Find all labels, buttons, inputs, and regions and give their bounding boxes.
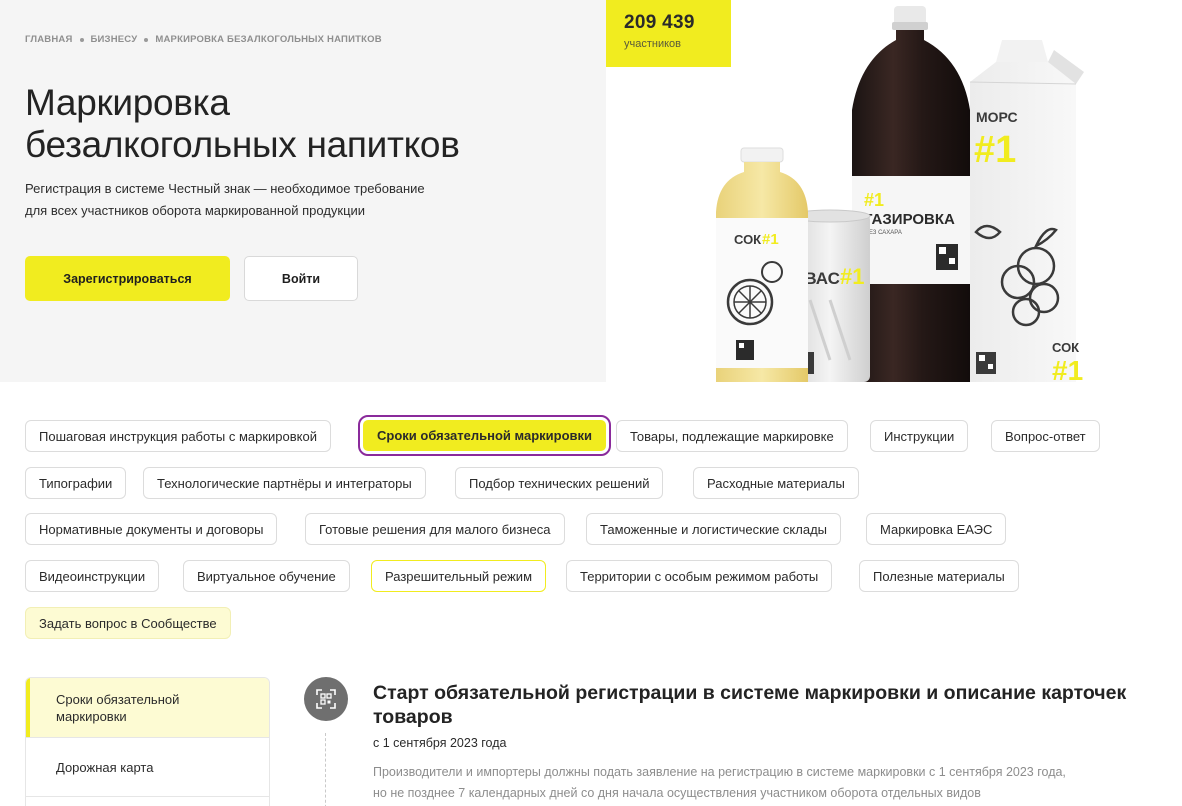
news-text: Производители и импортеры должны подать … <box>373 762 1153 804</box>
tag-printing-houses[interactable]: Типографии <box>25 467 127 499</box>
sidebar-item-marking-deadlines[interactable]: Сроки обязательной маркировки <box>26 678 269 738</box>
juice-bottle: СОК #1 <box>716 147 808 382</box>
mors-pack: МОРС #1 СОК #1 <box>969 40 1084 382</box>
tag-special-territories[interactable]: Территории с особым режимом работы <box>566 560 833 592</box>
hero-description: Регистрация в системе Честный знак — нео… <box>25 178 485 222</box>
tag-tech-partners[interactable]: Технологические партнёры и интеграторы <box>143 467 426 499</box>
tag-video-instructions[interactable]: Видеоинструкции <box>25 560 160 592</box>
tag-eaeu-marking[interactable]: Маркировка ЕАЭС <box>866 513 1007 545</box>
tag-tech-solutions[interactable]: Подбор технических решений <box>455 467 664 499</box>
breadcrumb-business[interactable]: БИЗНЕСУ <box>91 34 138 45</box>
juice-pack-label: СОК <box>1052 340 1079 355</box>
tag-small-business-solutions[interactable]: Готовые решения для малого бизнеса <box>305 513 565 545</box>
page-title-line2: безалкогольных напитков <box>25 124 460 165</box>
tag-permissive-regime[interactable]: Разрешительный режим <box>371 560 547 592</box>
page-title-line1: Маркировка <box>25 82 230 123</box>
breadcrumb-separator <box>79 37 84 42</box>
sidebar-item-label-line1: Сроки обязательной <box>56 691 180 707</box>
juice-small-number: #1 <box>762 231 779 248</box>
sidebar-nav: Сроки обязательной маркировки Дорожная к… <box>25 677 270 806</box>
tag-customs-warehouses[interactable]: Таможенные и логистические склады <box>586 513 842 545</box>
mors-number: #1 <box>974 129 1016 171</box>
kvas-number: #1 <box>840 264 864 289</box>
breadcrumb-home[interactable]: ГЛАВНАЯ <box>25 34 73 45</box>
soda-number: #1 <box>864 190 884 210</box>
sidebar-item-label-line2: маркировки <box>56 708 127 724</box>
tag-regulatory-documents[interactable]: Нормативные документы и договоры <box>25 513 278 545</box>
products-illustration: МОРС #1 СОК #1 #1 ГАЗИРОВКА БЕЗ САХАРА К… <box>716 6 1084 382</box>
news-text-line2: но не позднее 7 календарных дней со дня … <box>373 786 981 800</box>
soda-sublabel: БЕЗ САХАРА <box>865 230 902 236</box>
tag-step-by-step-guide[interactable]: Пошаговая инструкция работы с маркировко… <box>25 420 331 452</box>
hero-text-panel: ГЛАВНАЯ БИЗНЕСУ МАРКИРОВКА БЕЗАЛКОГОЛЬНЫ… <box>0 0 606 382</box>
tag-ask-community[interactable]: Задать вопрос в Сообществе <box>25 607 231 639</box>
hero-description-line1: Регистрация в системе Честный знак — нео… <box>25 181 425 196</box>
sidebar-item-roadmap[interactable]: Дорожная карта <box>26 738 269 797</box>
breadcrumb-current: МАРКИРОВКА БЕЗАЛКОГОЛЬНЫХ НАПИТКОВ <box>155 34 382 45</box>
juice-pack-number: #1 <box>1052 355 1083 382</box>
tag-consumables[interactable]: Расходные материалы <box>693 467 859 499</box>
hero-description-line2: для всех участников оборота маркированно… <box>25 203 366 218</box>
breadcrumb: ГЛАВНАЯ БИЗНЕСУ МАРКИРОВКА БЕЗАЛКОГОЛЬНЫ… <box>25 34 382 45</box>
sidebar-item-label: Дорожная карта <box>56 759 154 775</box>
tag-useful-materials[interactable]: Полезные материалы <box>859 560 1019 592</box>
tag-goods-subject-to-marking[interactable]: Товары, подлежащие маркировке <box>616 420 848 452</box>
news-text-line1: Производители и импортеры должны подать … <box>373 765 1066 779</box>
login-button[interactable]: Войти <box>244 256 358 301</box>
timeline-line <box>325 733 326 806</box>
tag-faq[interactable]: Вопрос-ответ <box>991 420 1100 452</box>
mors-label: МОРС <box>976 109 1018 125</box>
page-title: Маркировка безалкогольных напитков <box>25 82 585 166</box>
tag-instructions[interactable]: Инструкции <box>870 420 969 452</box>
soda-label: ГАЗИРОВКА <box>864 211 955 228</box>
hero-section: ГЛАВНАЯ БИЗНЕСУ МАРКИРОВКА БЕЗАЛКОГОЛЬНЫ… <box>0 0 1182 382</box>
breadcrumb-separator <box>144 37 149 42</box>
sidebar-item-label: Сроки обязательной маркировки <box>56 691 179 725</box>
qr-code-icon <box>304 677 348 721</box>
news-date: с 1 сентября 2023 года <box>373 736 507 750</box>
tag-virtual-training[interactable]: Виртуальное обучение <box>183 560 350 592</box>
register-button[interactable]: Зарегистрироваться <box>25 256 230 301</box>
tag-marking-deadlines[interactable]: Сроки обязательной маркировки <box>357 415 612 456</box>
juice-small-label: СОК <box>734 232 761 247</box>
news-title: Старт обязательной регистрации в системе… <box>373 682 1127 728</box>
